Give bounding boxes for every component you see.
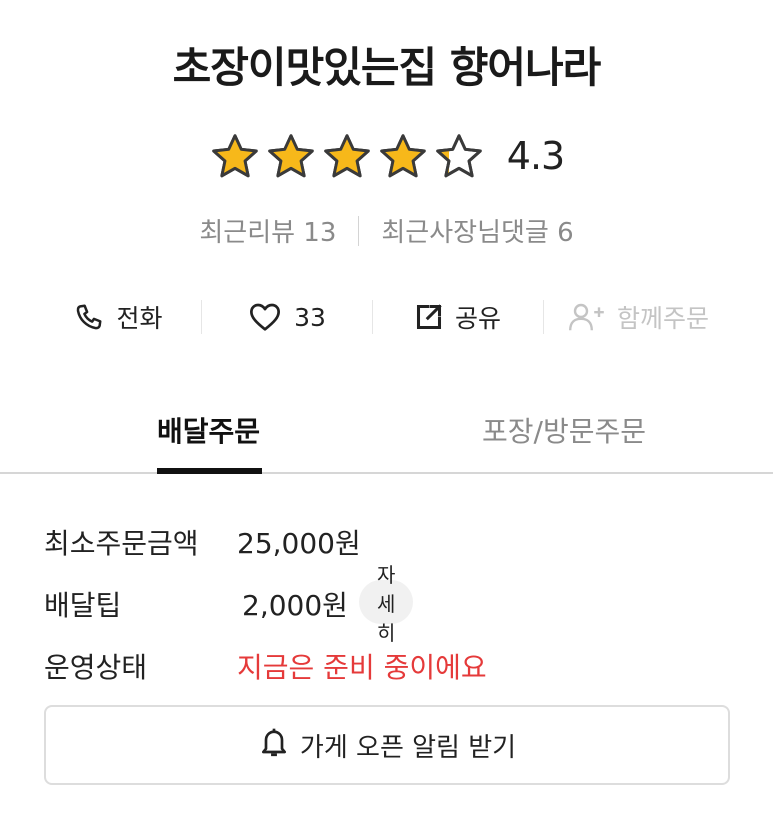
open-notification-button[interactable]: 가게 오픈 알림 받기 — [44, 705, 730, 785]
active-tab-indicator — [157, 468, 262, 474]
share-icon — [415, 303, 443, 331]
divider — [358, 215, 360, 246]
bell-icon — [258, 726, 290, 765]
star-rating — [209, 132, 485, 180]
order-tabs: 배달주문 포장/방문주문 — [0, 398, 773, 474]
review-counts: 최근리뷰 13 최근사장님댓글 6 — [0, 212, 773, 249]
group-order-label: 함께주문 — [616, 304, 709, 333]
delivery-tip-detail-button[interactable]: 자세히 — [359, 563, 414, 645]
owner-replies-link[interactable]: 최근사장님댓글 6 — [381, 212, 573, 249]
group-order-button[interactable]: 함께주문 — [544, 299, 734, 335]
tab-delivery[interactable]: 배달주문 — [157, 410, 260, 450]
share-label: 공유 — [454, 304, 501, 333]
recent-reviews-link[interactable]: 최근리뷰 13 — [199, 212, 336, 249]
star-icon — [433, 132, 485, 180]
like-count: 33 — [294, 302, 326, 332]
status-value: 지금은 준비 중이에요 — [237, 651, 487, 684]
action-bar: 전화 33 공유 함께주문 — [36, 292, 736, 342]
min-order-label: 최소주문금액 — [44, 527, 199, 560]
call-label: 전화 — [116, 304, 163, 333]
call-button[interactable]: 전화 — [36, 299, 201, 335]
phone-icon — [74, 302, 104, 332]
share-button[interactable]: 공유 — [373, 299, 543, 335]
add-person-icon — [568, 302, 605, 332]
delivery-tip-label: 배달팁 — [44, 589, 122, 622]
star-icon — [265, 132, 317, 180]
star-icon — [377, 132, 429, 180]
status-label: 운영상태 — [44, 651, 148, 684]
delivery-tip-value: 2,000원 — [242, 589, 348, 622]
store-name: 초장이맛있는집 향어나라 — [172, 43, 602, 92]
tab-pickup[interactable]: 포장/방문주문 — [482, 410, 646, 450]
min-order-value: 25,000원 — [237, 527, 361, 560]
rating-score: 4.3 — [506, 134, 565, 178]
rating-row: 4.3 — [0, 130, 773, 182]
star-icon — [321, 132, 373, 180]
like-button[interactable]: 33 — [202, 302, 372, 332]
heart-icon — [248, 302, 282, 332]
open-notification-label: 가게 오픈 알림 받기 — [299, 732, 517, 763]
star-icon — [209, 132, 261, 180]
